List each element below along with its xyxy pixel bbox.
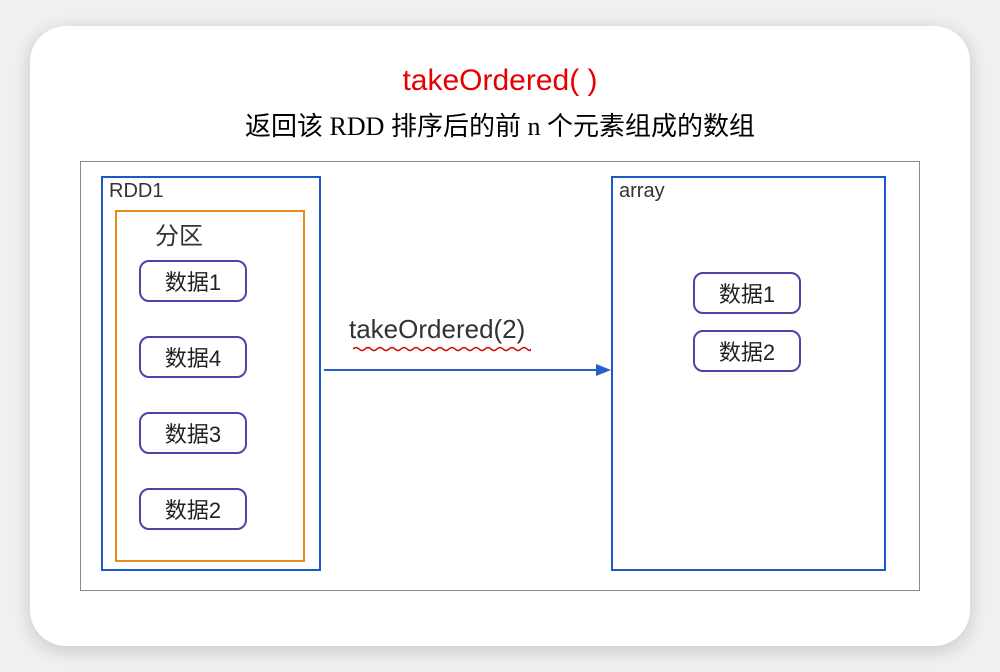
diagram-container: RDD1 分区 数据1 数据4 数据3 数据2 takeOrdered(2) a… [80,161,920,591]
rdd-label: RDD1 [109,180,163,203]
data-item: 数据3 [139,412,247,454]
partition-label: 分区 [155,216,203,251]
array-item: 数据1 [693,272,801,314]
operation-label: takeOrdered(2) [349,314,525,345]
diagram-card: takeOrdered( ) 返回该 RDD 排序后的前 n 个元素组成的数组 … [30,26,970,646]
data-item: 数据4 [139,336,247,378]
spellcheck-underline-icon [353,346,531,352]
array-item: 数据2 [693,330,801,372]
method-title: takeOrdered( ) [70,64,930,98]
arrow-icon [324,360,611,380]
data-item: 数据1 [139,260,247,302]
method-description: 返回该 RDD 排序后的前 n 个元素组成的数组 [70,106,930,143]
array-label: array [619,180,665,203]
data-item: 数据2 [139,488,247,530]
array-box: array 数据1 数据2 [611,176,886,571]
rdd-box: RDD1 分区 数据1 数据4 数据3 数据2 [101,176,321,571]
partition-box: 分区 数据1 数据4 数据3 数据2 [115,210,305,562]
